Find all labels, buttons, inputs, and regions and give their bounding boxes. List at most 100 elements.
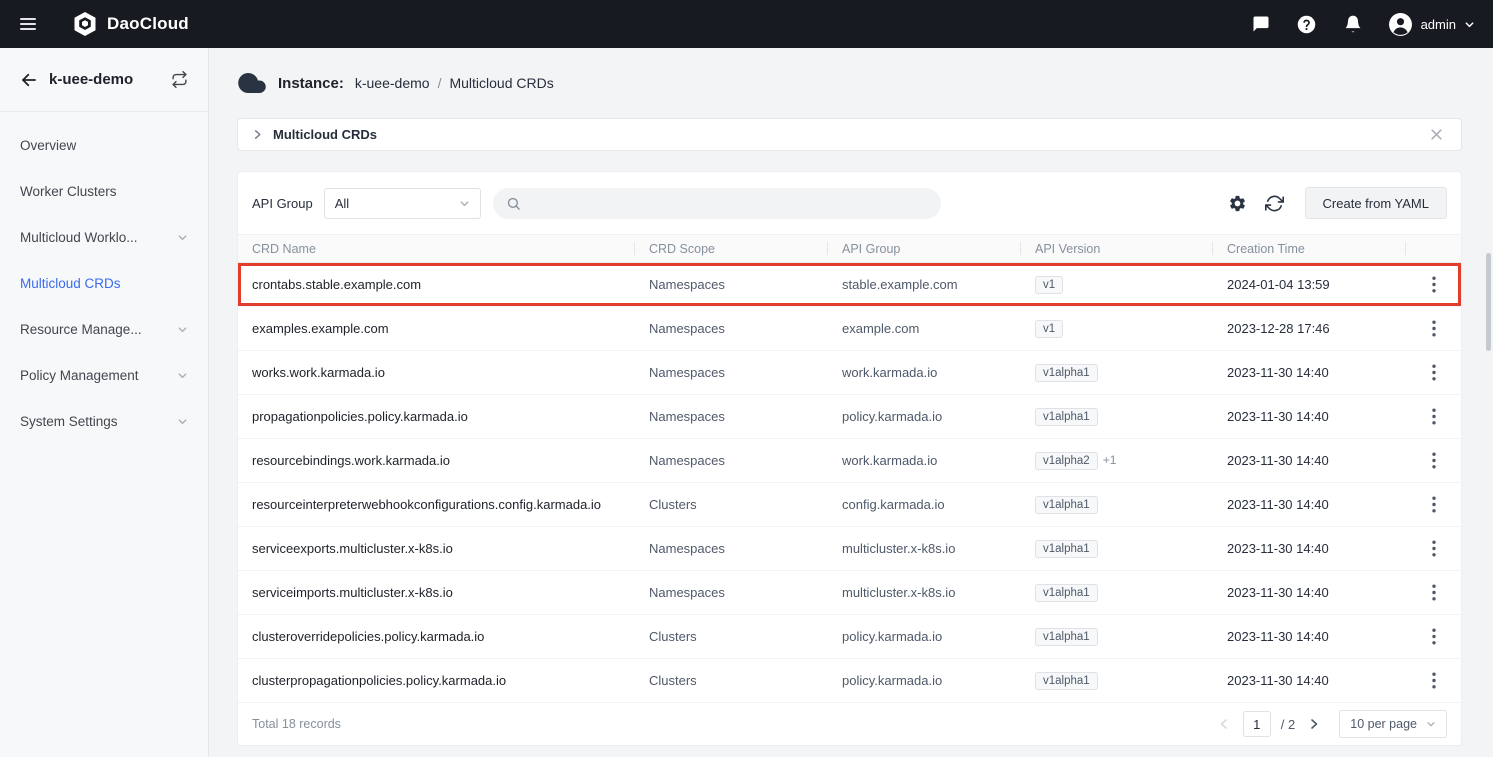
table-body: crontabs.stable.example.com Namespaces s…: [238, 263, 1461, 703]
cell-api-version: v1alpha2+1: [1021, 452, 1213, 470]
breadcrumb-separator: /: [438, 75, 442, 91]
sidebar-item-policy-management[interactable]: Policy Management: [0, 352, 208, 398]
table-row[interactable]: resourcebindings.work.karmada.io Namespa…: [238, 439, 1461, 483]
instance-label: Instance:: [278, 75, 344, 92]
cell-crd-scope: Namespaces: [635, 409, 828, 424]
cell-api-group: work.karmada.io: [828, 365, 1021, 380]
cell-actions: [1406, 491, 1461, 518]
column-header-crd-name: CRD Name: [238, 235, 635, 262]
cell-api-group: policy.karmada.io: [828, 629, 1021, 644]
brand-name: DaoCloud: [107, 14, 189, 34]
cell-crd-name: examples.example.com: [238, 321, 635, 336]
table-row[interactable]: serviceexports.multicluster.x-k8s.io Nam…: [238, 527, 1461, 571]
cell-crd-name: serviceimports.multicluster.x-k8s.io: [238, 585, 635, 600]
cell-creation-time: 2023-11-30 14:40: [1213, 629, 1406, 644]
cell-crd-name: crontabs.stable.example.com: [238, 277, 635, 292]
sidebar-item-overview[interactable]: Overview: [0, 122, 208, 168]
main-content: Instance: k-uee-demo / Multicloud CRDs M…: [209, 48, 1493, 757]
sidebar-item-worker-clusters[interactable]: Worker Clusters: [0, 168, 208, 214]
row-actions-kebab-icon[interactable]: [1423, 579, 1445, 606]
cell-api-version: v1alpha1: [1021, 672, 1213, 690]
breadcrumb-instance[interactable]: k-uee-demo: [355, 75, 430, 91]
cell-creation-time: 2023-11-30 14:40: [1213, 541, 1406, 556]
cell-api-version: v1: [1021, 276, 1213, 294]
help-icon[interactable]: [1296, 13, 1318, 35]
table-row[interactable]: works.work.karmada.io Namespaces work.ka…: [238, 351, 1461, 395]
sidebar-item-resource-manage[interactable]: Resource Manage...: [0, 306, 208, 352]
row-actions-kebab-icon[interactable]: [1423, 271, 1445, 298]
api-version-badge: v1alpha1: [1035, 408, 1098, 426]
row-actions-kebab-icon[interactable]: [1423, 491, 1445, 518]
cell-actions: [1406, 623, 1461, 650]
chevron-down-icon: [177, 370, 188, 381]
cell-crd-name: resourceinterpreterwebhookconfigurations…: [238, 497, 635, 512]
cell-creation-time: 2023-11-30 14:40: [1213, 585, 1406, 600]
page-header: Instance: k-uee-demo / Multicloud CRDs: [237, 48, 1462, 118]
page-tab-bar[interactable]: Multicloud CRDs: [237, 118, 1462, 151]
chevron-down-icon: [177, 416, 188, 427]
table-row[interactable]: resourceinterpreterwebhookconfigurations…: [238, 483, 1461, 527]
row-actions-kebab-icon[interactable]: [1423, 535, 1445, 562]
row-actions-kebab-icon[interactable]: [1423, 447, 1445, 474]
sidebar-item-system-settings[interactable]: System Settings: [0, 398, 208, 444]
api-version-badge: v1alpha1: [1035, 540, 1098, 558]
page-number-input[interactable]: [1243, 711, 1271, 737]
notifications-bell-icon[interactable]: [1342, 13, 1364, 35]
cell-api-version: v1alpha1: [1021, 584, 1213, 602]
cell-creation-time: 2023-11-30 14:40: [1213, 497, 1406, 512]
page-size-select[interactable]: 10 per page: [1339, 710, 1447, 738]
cell-crd-scope: Namespaces: [635, 453, 828, 468]
cell-creation-time: 2023-11-30 14:40: [1213, 673, 1406, 688]
table-footer: Total 18 records / 2 10 per page: [238, 703, 1461, 745]
chevron-down-icon: [177, 324, 188, 335]
messages-icon[interactable]: [1250, 13, 1272, 35]
create-from-yaml-button[interactable]: Create from YAML: [1305, 187, 1447, 219]
api-version-badge: v1: [1035, 276, 1063, 294]
back-arrow-icon[interactable]: [20, 71, 38, 89]
table-row[interactable]: propagationpolicies.policy.karmada.io Na…: [238, 395, 1461, 439]
table-row[interactable]: crontabs.stable.example.com Namespaces s…: [238, 263, 1461, 307]
cell-actions: [1406, 315, 1461, 342]
search-input[interactable]: [530, 196, 928, 211]
column-settings-gear-icon[interactable]: [1227, 192, 1249, 214]
chevron-right-icon[interactable]: [252, 129, 263, 140]
switch-instance-icon[interactable]: [171, 71, 188, 88]
row-actions-kebab-icon[interactable]: [1423, 403, 1445, 430]
api-group-select[interactable]: All: [324, 188, 481, 219]
api-version-badge: v1alpha1: [1035, 584, 1098, 602]
user-menu[interactable]: admin: [1388, 12, 1475, 37]
table-row[interactable]: clusteroverridepolicies.policy.karmada.i…: [238, 615, 1461, 659]
refresh-icon[interactable]: [1264, 192, 1286, 214]
cell-crd-name: propagationpolicies.policy.karmada.io: [238, 409, 635, 424]
page-scrollbar[interactable]: [1486, 253, 1491, 351]
cell-actions: [1406, 271, 1461, 298]
chevron-down-icon: [177, 232, 188, 243]
table-row[interactable]: serviceimports.multicluster.x-k8s.io Nam…: [238, 571, 1461, 615]
hamburger-menu-icon[interactable]: [18, 13, 40, 35]
page-size-value: 10 per page: [1350, 717, 1417, 731]
close-icon[interactable]: [1426, 124, 1447, 145]
cell-actions: [1406, 403, 1461, 430]
table-row[interactable]: clusterpropagationpolicies.policy.karmad…: [238, 659, 1461, 703]
cell-crd-scope: Namespaces: [635, 541, 828, 556]
pagination: / 2 10 per page: [1215, 710, 1447, 738]
brand[interactable]: DaoCloud: [72, 11, 189, 37]
cell-crd-name: resourcebindings.work.karmada.io: [238, 453, 635, 468]
previous-page-icon[interactable]: [1215, 715, 1233, 733]
sidebar-item-multicloud-crds[interactable]: Multicloud CRDs: [0, 260, 208, 306]
sidebar-item-multicloud-worklo[interactable]: Multicloud Worklo...: [0, 214, 208, 260]
cloud-icon: [237, 68, 267, 98]
cell-actions: [1406, 579, 1461, 606]
row-actions-kebab-icon[interactable]: [1423, 315, 1445, 342]
next-page-icon[interactable]: [1305, 715, 1323, 733]
chevron-down-icon: [459, 198, 470, 209]
table-row[interactable]: examples.example.com Namespaces example.…: [238, 307, 1461, 351]
row-actions-kebab-icon[interactable]: [1423, 667, 1445, 694]
cell-crd-name: clusteroverridepolicies.policy.karmada.i…: [238, 629, 635, 644]
avatar: [1388, 12, 1413, 37]
row-actions-kebab-icon[interactable]: [1423, 359, 1445, 386]
cell-actions: [1406, 359, 1461, 386]
cell-creation-time: 2023-11-30 14:40: [1213, 365, 1406, 380]
row-actions-kebab-icon[interactable]: [1423, 623, 1445, 650]
instance-title: k-uee-demo: [49, 71, 133, 88]
